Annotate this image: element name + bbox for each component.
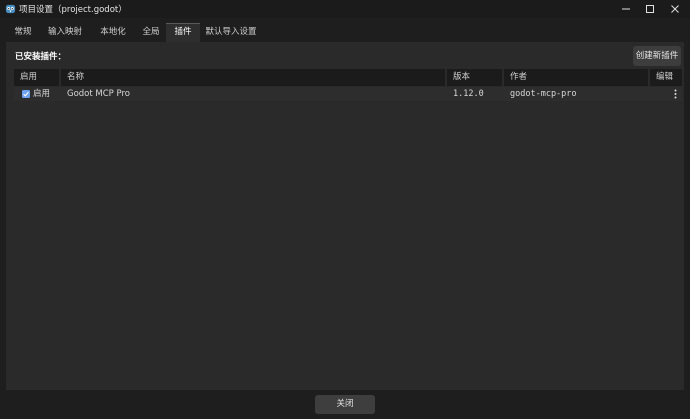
installed-plugins-title: 已安装插件： [15,52,67,62]
project-settings-window: 项目设置（project.godot） 常规 输入映射 本地化 全局 插件 默认… [0,0,690,419]
plugin-enable-label: 启用 [33,89,51,99]
tab-input-map[interactable]: 输入映射 [40,23,90,42]
maximize-icon [646,5,654,13]
edit-menu-icon[interactable] [674,89,677,99]
maximize-button[interactable] [637,0,663,18]
window-title: 项目设置（project.godot） [19,5,127,15]
godot-logo-icon [5,4,16,14]
tab-general[interactable]: 常规 [6,23,40,42]
plugins-panel: 已安装插件： 创建新插件 启用 名称 版本 作者 编辑 启用 Godot MCP… [6,42,684,390]
settings-tab-bar: 常规 输入映射 本地化 全局 插件 默认导入设置 [6,23,684,42]
column-header-edit[interactable]: 编辑 [650,69,682,86]
tab-localization[interactable]: 本地化 [90,23,136,42]
plugin-version: 1.12.0 [453,89,484,99]
plugin-name: Godot MCP Pro [67,89,130,99]
tab-import-defaults[interactable]: 默认导入设置 [200,23,262,42]
column-header-version[interactable]: 版本 [447,69,502,86]
close-icon [671,5,679,13]
checkmark-icon [23,91,29,97]
plugin-author: godot-mcp-pro [510,89,577,99]
close-button[interactable]: 关闭 [315,395,375,414]
column-header-enable[interactable]: 启用 [14,69,59,86]
tab-globals[interactable]: 全局 [136,23,166,42]
title-bar[interactable]: 项目设置（project.godot） [0,0,690,18]
minimize-icon [622,8,630,10]
column-header-name[interactable]: 名称 [61,69,445,86]
window-close-button[interactable] [662,0,688,18]
plugin-enable-checkbox[interactable] [22,90,30,98]
plugins-table-header: 启用 名称 版本 作者 编辑 [14,69,682,86]
table-row[interactable]: 启用 Godot MCP Pro 1.12.0 godot-mcp-pro [14,87,682,101]
minimize-button[interactable] [613,0,639,18]
create-plugin-button[interactable]: 创建新插件 [633,46,681,66]
column-header-author[interactable]: 作者 [504,69,648,86]
tab-plugins[interactable]: 插件 [166,23,200,42]
